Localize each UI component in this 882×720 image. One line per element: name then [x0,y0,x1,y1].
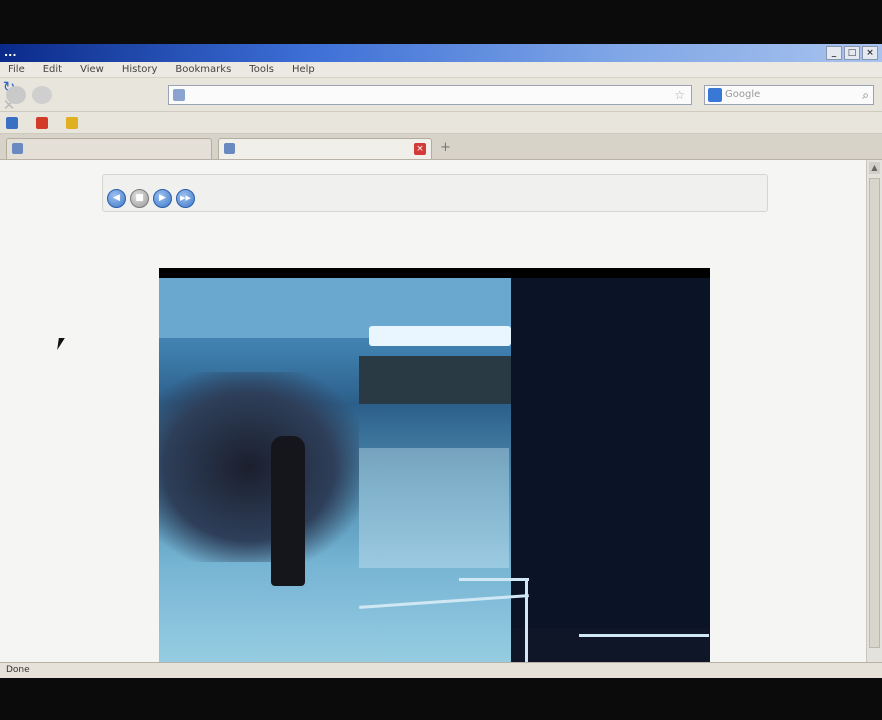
bookmark-favicon-icon [66,116,78,129]
stop-button[interactable]: ■ [130,189,149,208]
navigation-toolbar: ↻ ✕ ⌂ ☆ Google ⌕ [0,78,882,131]
scroll-up-icon[interactable]: ▲ [869,162,880,174]
bookmarks-toolbar [0,112,882,134]
status-text: Done [6,665,30,675]
camera-scene-railing [459,578,529,581]
search-engine-icon[interactable] [708,88,722,102]
camera-scene-floor [359,448,509,568]
minimize-button[interactable]: _ [826,46,842,60]
previous-button[interactable]: ◀ [107,189,126,208]
menu-file[interactable]: File [8,62,25,77]
bookmark-star-icon[interactable]: ☆ [674,86,685,104]
bookmark-item[interactable] [36,116,52,129]
new-tab-icon[interactable]: + [440,140,451,155]
bookmark-favicon-icon [6,116,18,129]
camera-scene-crowd [159,372,359,562]
scroll-thumb[interactable] [869,178,880,648]
tab-favicon-icon [12,143,23,154]
camera-video-feed[interactable] [159,268,710,678]
vertical-scrollbar[interactable]: ▲ [866,160,882,662]
tab-first[interactable] [6,138,212,159]
status-bar: Done [0,662,882,678]
search-box[interactable]: Google ⌕ [704,85,874,105]
camera-overlay-bar [159,268,710,278]
close-button[interactable]: × [862,46,878,60]
menu-tools[interactable]: Tools [249,62,274,77]
forward-button[interactable] [32,86,52,104]
camera-scene-person [271,436,305,586]
camera-scene-dark-panel [511,276,710,628]
camera-scene-storefront [359,356,511,404]
fast-forward-button[interactable]: ▶▶ [176,189,195,208]
tab-close-icon[interactable]: × [414,143,426,155]
menu-view[interactable]: View [80,62,104,77]
tab-active[interactable]: × [218,138,432,159]
bookmark-item[interactable] [6,116,22,129]
video-letterbox-top [0,0,882,44]
bookmark-item[interactable] [66,116,82,129]
bookmark-favicon-icon [36,116,48,129]
browser-window: ... _ □ × File Edit View History Bookmar… [0,44,882,678]
site-favicon-icon [173,89,185,101]
page-content: ◀ ■ ▶ ▶▶ [0,160,866,678]
menu-help[interactable]: Help [292,62,315,77]
window-controls: _ □ × [826,46,878,60]
menu-bookmarks[interactable]: Bookmarks [175,62,231,77]
title-bar: ... _ □ × [0,44,882,62]
play-button[interactable]: ▶ [153,189,172,208]
tab-strip: × + [0,134,882,160]
menu-bar: File Edit View History Bookmarks Tools H… [0,62,882,78]
camera-scene-light [369,326,511,346]
address-bar[interactable]: ☆ [168,85,692,105]
back-button[interactable] [6,86,26,104]
search-go-icon[interactable]: ⌕ [862,86,869,104]
tab-favicon-icon [224,143,235,154]
window-title: ... [4,46,17,59]
video-letterbox-bottom [0,678,882,720]
menu-history[interactable]: History [122,62,158,77]
camera-scene-railing [579,634,709,637]
maximize-button[interactable]: □ [844,46,860,60]
camera-control-panel: ◀ ■ ▶ ▶▶ [102,174,768,212]
search-placeholder: Google [725,89,761,100]
menu-edit[interactable]: Edit [43,62,62,77]
